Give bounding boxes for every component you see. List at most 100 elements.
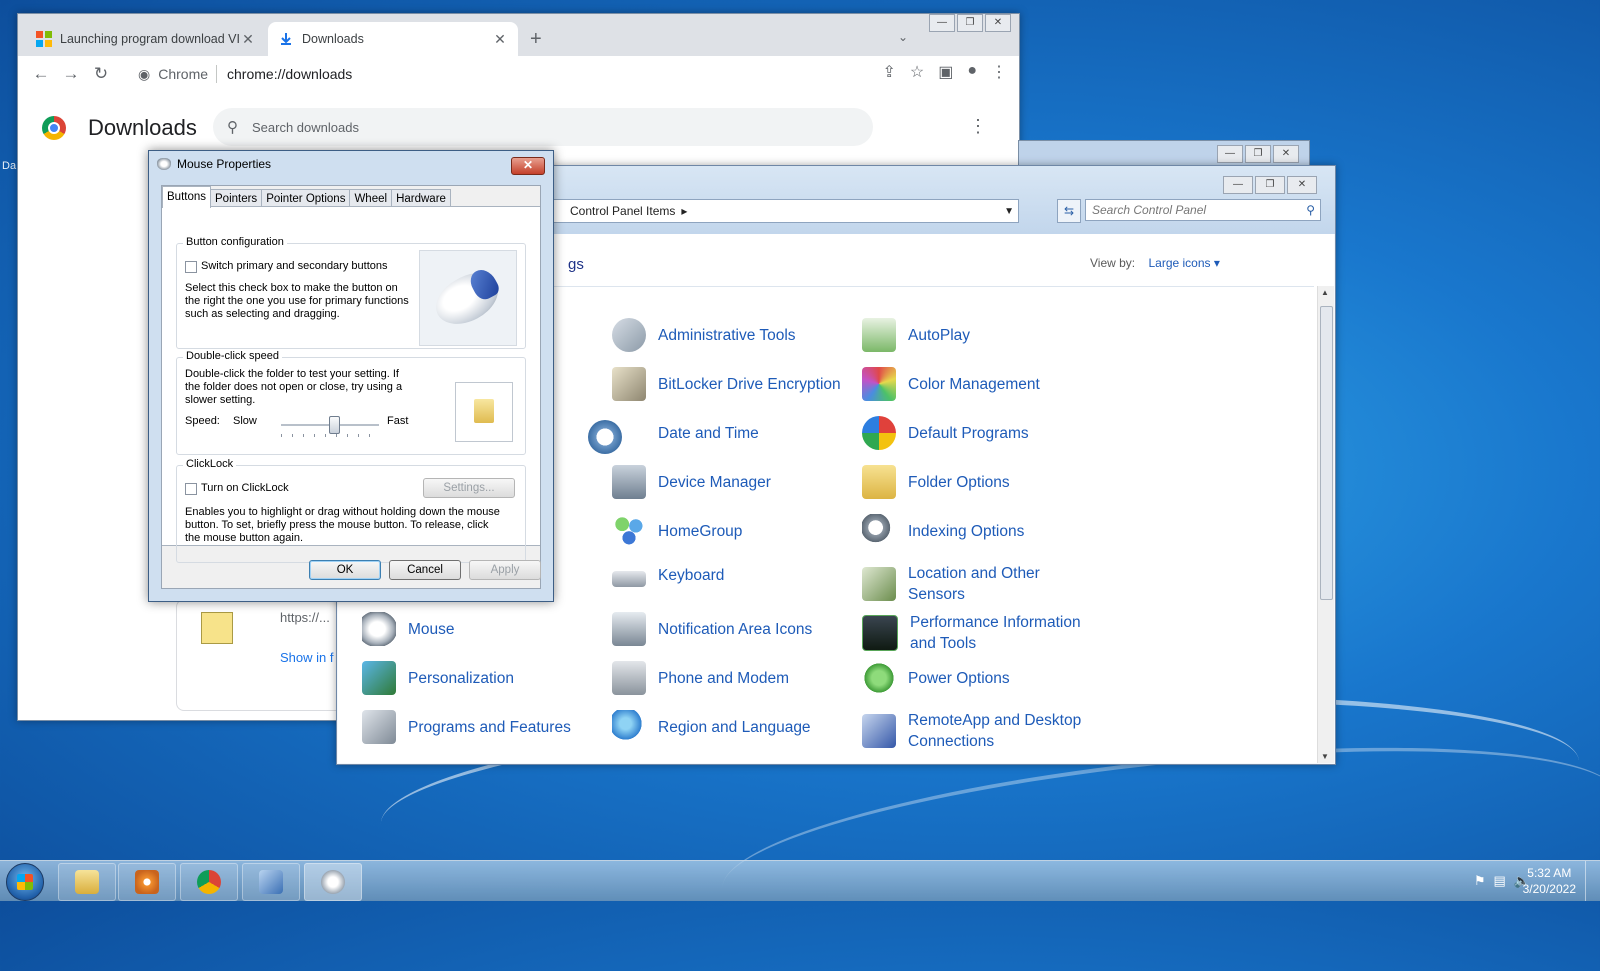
mouse-illustration [419,250,517,346]
more-options-icon[interactable]: ⋮ [969,116,987,137]
cp-item-region-language[interactable]: Region and Language [612,710,852,744]
cp-item-administrative-tools[interactable]: Administrative Tools [612,318,852,352]
side-panel-icon[interactable]: ▣ [938,62,953,82]
cp-item-keyboard[interactable]: Keyboard [612,563,852,587]
cp-item-personalization[interactable]: Personalization [362,661,602,695]
clock[interactable]: 5:32 AM 3/20/2022 [1523,865,1576,897]
search-control-panel-input[interactable]: Search Control Panel ⚲ [1085,199,1321,221]
action-center-flag-icon[interactable]: ⚑ [1474,873,1486,889]
cp-item-indexing-options[interactable]: Indexing Options [862,514,1102,548]
cp-item-remoteapp[interactable]: RemoteApp and Desktop Connections [862,710,1092,752]
tab-downloads[interactable]: Downloads ✕ [268,22,518,56]
close-button[interactable]: ✕ [1287,176,1317,194]
page-title: Downloads [88,115,197,140]
admin-tools-icon [612,318,646,352]
close-tab-icon[interactable]: ✕ [492,31,508,48]
breadcrumb[interactable]: Control Panel Items ▸ ▼ [537,199,1019,223]
ok-button[interactable]: OK [309,560,381,580]
explorer-icon [75,870,99,894]
download-url[interactable]: https://... [280,610,330,625]
group-label: Button configuration [183,236,287,248]
close-button[interactable]: ✕ [1273,145,1299,163]
cancel-button[interactable]: Cancel [389,560,461,580]
tab-title: Launching program download VI [60,32,240,46]
taskbar-chrome[interactable] [180,863,238,901]
cp-item-autoplay[interactable]: AutoPlay [862,318,1102,352]
show-desktop-button[interactable] [1585,861,1600,901]
switch-buttons-checkbox[interactable] [185,261,197,273]
clock-time: 5:32 AM [1527,866,1572,880]
clicklock-checkbox[interactable] [185,483,197,495]
cp-item-performance[interactable]: Performance Information and Tools [862,612,1092,654]
cp-item-device-manager[interactable]: Device Manager [612,465,852,499]
refresh-icon[interactable]: ⇆ [1057,199,1081,223]
chrome-icon [197,870,221,894]
scroll-down-icon[interactable]: ▼ [1321,752,1329,761]
restore-button[interactable]: ❐ [957,14,983,32]
new-tab-button[interactable]: + [530,28,542,51]
search-downloads-input[interactable]: ⚲ Search downloads [213,108,873,146]
chevron-right-icon[interactable]: ▸ [681,204,687,218]
taskbar-mouse-properties[interactable] [304,863,362,901]
cp-item-bitlocker[interactable]: BitLocker Drive Encryption [612,367,852,401]
bitlocker-icon [612,367,646,401]
minimize-button[interactable]: — [929,14,955,32]
cp-item-power-options[interactable]: Power Options [862,661,1102,695]
cp-item-mouse[interactable]: Mouse [362,612,602,646]
tab-search-chevron-icon[interactable]: ⌄ [898,30,908,44]
taskbar-media-player[interactable] [118,863,176,901]
cp-item-date-time[interactable]: Date and Time [588,416,852,454]
start-button[interactable] [6,863,44,901]
close-tab-icon[interactable]: ✕ [240,31,256,48]
tab-buttons[interactable]: Buttons [162,186,211,208]
view-by-dropdown[interactable]: Large icons ▾ [1148,256,1219,270]
cp-item-label: Date and Time [658,424,759,442]
tab-launching-program[interactable]: Launching program download VI ✕ [26,22,266,56]
double-click-description: Double-click the folder to test your set… [185,368,403,406]
cp-item-folder-options[interactable]: Folder Options [862,465,1102,499]
address-bar[interactable]: ◉ Chrome chrome://downloads [134,58,874,90]
forward-arrow-icon[interactable]: → [56,64,86,84]
scroll-thumb[interactable] [1320,306,1333,600]
close-button[interactable]: ✕ [985,14,1011,32]
show-in-folder-link[interactable]: Show in f [280,650,333,665]
cp-item-color-management[interactable]: Color Management [862,367,1102,401]
cp-item-phone-modem[interactable]: Phone and Modem [612,661,852,695]
cp-item-notification-area[interactable]: Notification Area Icons [612,612,852,646]
clicklock-label[interactable]: Turn on ClickLock [201,482,289,495]
restore-button[interactable]: ❐ [1245,145,1271,163]
cp-item-location-sensors[interactable]: Location and Other Sensors [862,563,1062,605]
restore-button[interactable]: ❐ [1255,176,1285,194]
indexing-options-icon [862,514,896,548]
cp-item-homegroup[interactable]: HomeGroup [612,514,852,548]
bookmark-star-icon[interactable]: ☆ [910,62,924,82]
cp-item-label: Folder Options [908,473,1010,491]
settings-button[interactable]: Settings... [423,478,515,498]
cp-item-label: Color Management [908,375,1040,393]
media-player-icon [135,870,159,894]
cp-item-label: Performance Information and Tools [910,614,1081,652]
share-icon[interactable]: ⇪ [882,62,895,82]
chevron-down-icon[interactable]: ▼ [1004,206,1014,217]
cp-item-programs-features[interactable]: Programs and Features [362,710,602,744]
test-folder[interactable] [455,382,513,442]
speed-slider-thumb[interactable] [329,416,341,434]
vertical-scrollbar[interactable]: ▲ ▼ [1317,286,1334,763]
menu-kebab-icon[interactable]: ⋮ [991,62,1007,82]
reload-icon[interactable]: ↻ [86,64,116,84]
network-icon[interactable]: ▤ [1494,873,1506,889]
minimize-button[interactable]: — [1217,145,1243,163]
breadcrumb-item[interactable]: Control Panel Items [570,204,675,218]
scroll-up-icon[interactable]: ▲ [1321,288,1329,297]
minimize-button[interactable]: — [1223,176,1253,194]
apply-button[interactable]: Apply [469,560,541,580]
taskbar-explorer[interactable] [58,863,116,901]
close-button[interactable]: ✕ [511,157,545,175]
cp-item-default-programs[interactable]: Default Programs [862,416,1102,450]
taskbar-control-panel[interactable] [242,863,300,901]
search-icon[interactable]: ⚲ [1306,203,1315,217]
profile-avatar-icon[interactable]: ● [967,62,977,82]
switch-buttons-label[interactable]: Switch primary and secondary buttons [201,260,387,273]
back-arrow-icon[interactable]: ← [26,64,56,84]
url-text: chrome://downloads [227,66,353,82]
